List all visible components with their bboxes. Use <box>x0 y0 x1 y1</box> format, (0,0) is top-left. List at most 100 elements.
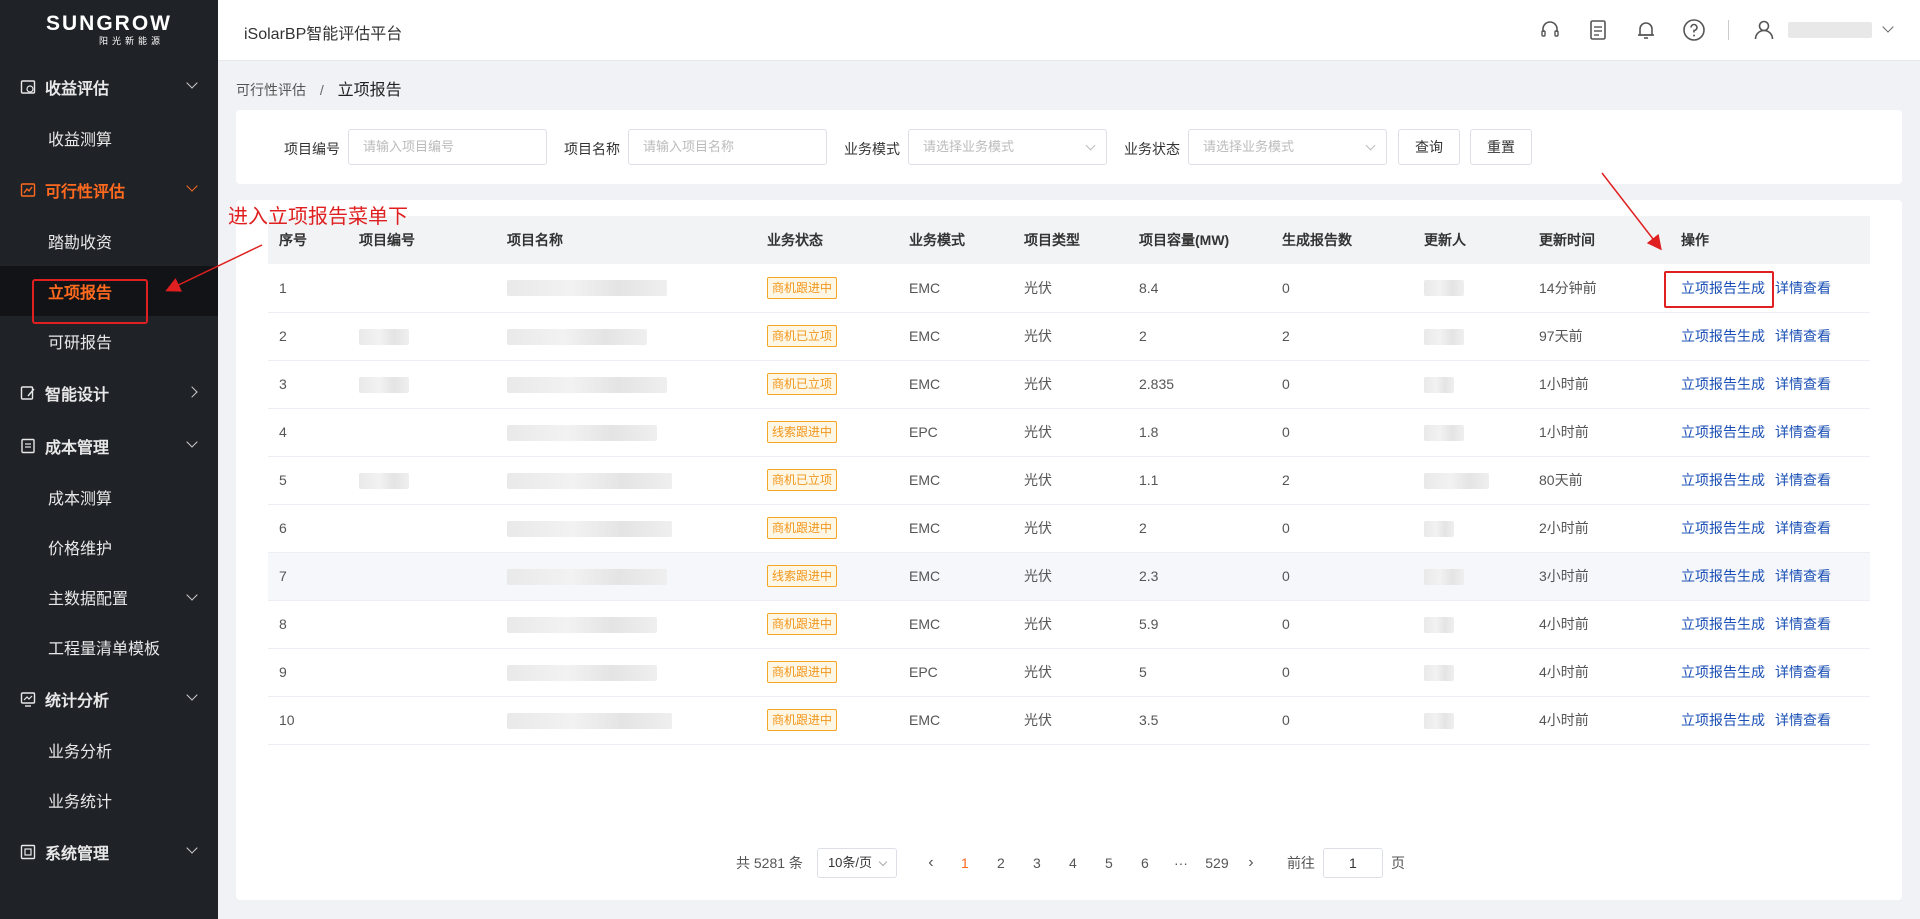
cell-ops: 立项报告生成 详情查看 <box>1670 312 1870 360</box>
sidebar-item-boq-template[interactable]: 工程量清单模板 <box>0 622 218 672</box>
sidebar-item-biz-stats[interactable]: 业务统计 <box>0 775 218 825</box>
generate-report-link[interactable]: 立项报告生成 <box>1681 328 1765 344</box>
menu-group-cost[interactable]: 成本管理 <box>0 419 218 472</box>
menu-group-smart-design[interactable]: 智能设计 <box>0 366 218 419</box>
cell-status: 商机已立项 <box>756 456 898 504</box>
cell-reports: 0 <box>1282 520 1290 536</box>
project-table: 序号 项目编号 项目名称 业务状态 业务模式 项目类型 项目容量(MW) 生成报… <box>268 216 1870 745</box>
page-number[interactable]: 1 <box>947 855 983 871</box>
document-icon[interactable] <box>1586 18 1610 42</box>
cell-capacity: 1.8 <box>1139 424 1159 440</box>
generate-report-link[interactable]: 立项报告生成 <box>1681 664 1765 680</box>
page-number[interactable]: 5 <box>1091 855 1127 871</box>
project-code-label: 项目编号 <box>284 141 340 157</box>
view-detail-link[interactable]: 详情查看 <box>1775 520 1831 536</box>
page-number[interactable]: 3 <box>1019 855 1055 871</box>
view-detail-link[interactable]: 详情查看 <box>1775 568 1831 584</box>
cell-capacity: 2.3 <box>1139 568 1159 584</box>
page-number[interactable]: 6 <box>1127 855 1163 871</box>
view-detail-link[interactable]: 详情查看 <box>1775 616 1831 632</box>
page-number[interactable]: 2 <box>983 855 1019 871</box>
chevron-down-icon <box>186 842 198 854</box>
menu-group-label: 成本管理 <box>45 439 110 457</box>
menu-group-feasibility[interactable]: 可行性评估 <box>0 163 218 216</box>
business-status-select[interactable]: 请选择业务模式 <box>1188 129 1387 165</box>
view-detail-link[interactable]: 详情查看 <box>1775 424 1831 440</box>
chevron-down-icon[interactable] <box>1882 21 1894 33</box>
headset-icon[interactable] <box>1538 18 1562 42</box>
generate-report-link[interactable]: 立项报告生成 <box>1681 568 1765 584</box>
cell-no: 3 <box>279 376 287 392</box>
sidebar-item-master-data[interactable]: 主数据配置 <box>0 572 218 622</box>
menu-group-label: 智能设计 <box>45 386 110 404</box>
chevron-right-icon <box>186 386 198 398</box>
project-name-input[interactable]: 请输入项目名称 <box>628 129 827 165</box>
project-code-input[interactable]: 请输入项目编号 <box>348 129 547 165</box>
sidebar-item-price[interactable]: 价格维护 <box>0 522 218 572</box>
page-ellipsis[interactable]: ··· <box>1163 855 1199 871</box>
prev-page-icon[interactable]: ‹ <box>915 854 947 872</box>
generate-report-link[interactable]: 立项报告生成 <box>1681 472 1765 488</box>
business-status-label: 业务状态 <box>1124 141 1180 157</box>
redacted-name <box>507 328 647 345</box>
col-header-type: 项目类型 <box>1024 232 1080 248</box>
status-badge: 商机已立项 <box>767 325 838 347</box>
cell-status: 线索跟进中 <box>756 552 898 600</box>
cell-time: 1小时前 <box>1539 376 1589 392</box>
view-detail-link[interactable]: 详情查看 <box>1775 472 1831 488</box>
page-number[interactable]: 4 <box>1055 855 1091 871</box>
generate-report-link[interactable]: 立项报告生成 <box>1681 712 1765 728</box>
cell-capacity: 2.835 <box>1139 376 1175 392</box>
generate-report-link[interactable]: 立项报告生成 <box>1681 616 1765 632</box>
view-detail-link[interactable]: 详情查看 <box>1775 376 1831 392</box>
view-detail-link[interactable]: 详情查看 <box>1775 664 1831 680</box>
redacted-updater <box>1424 280 1464 297</box>
view-detail-link[interactable]: 详情查看 <box>1775 280 1831 296</box>
redacted-updater <box>1424 616 1454 633</box>
sidebar: SUNGROW 阳光新能源 收益评估 收益测算 可行性评估 踏勘收资 立项报告 … <box>0 0 218 919</box>
cell-updater <box>1413 600 1528 648</box>
redacted-code <box>359 376 409 393</box>
generate-report-link[interactable]: 立项报告生成 <box>1681 424 1765 440</box>
sidebar-item-revenue-calc[interactable]: 收益测算 <box>0 113 218 163</box>
generate-report-link[interactable]: 立项报告生成 <box>1681 376 1765 392</box>
highlight-frame-generate <box>1664 271 1774 308</box>
cell-code <box>348 600 496 648</box>
cell-updater <box>1413 552 1528 600</box>
sidebar-item-survey[interactable]: 踏勘收资 <box>0 216 218 266</box>
menu-group-analysis[interactable]: 统计分析 <box>0 672 218 725</box>
query-button[interactable]: 查询 <box>1398 129 1460 165</box>
col-header-mode: 业务模式 <box>909 232 965 248</box>
col-header-ops: 操作 <box>1681 232 1709 248</box>
next-page-icon[interactable]: › <box>1235 854 1267 872</box>
table-row: 7 线索跟进中 EMC 光伏 2.3 0 3小时前 立项报告生成 详情查看 <box>268 552 1870 600</box>
breadcrumb-parent[interactable]: 可行性评估 <box>236 82 306 98</box>
page-size-select[interactable]: 10条/页 <box>816 848 897 878</box>
sidebar-item-cost-calc[interactable]: 成本测算 <box>0 472 218 522</box>
menu-group-system[interactable]: 系统管理 <box>0 825 218 878</box>
cell-type: 光伏 <box>1024 328 1052 344</box>
cell-reports: 0 <box>1282 424 1290 440</box>
view-detail-link[interactable]: 详情查看 <box>1775 712 1831 728</box>
business-mode-select[interactable]: 请选择业务模式 <box>908 129 1107 165</box>
table-row: 2 商机已立项 EMC 光伏 2 2 97天前 立项报告生成 详情查看 <box>268 312 1870 360</box>
menu-group-revenue[interactable]: 收益评估 <box>0 60 218 113</box>
table-header-row: 序号 项目编号 项目名称 业务状态 业务模式 项目类型 项目容量(MW) 生成报… <box>268 216 1870 264</box>
cell-no: 7 <box>279 568 287 584</box>
bell-icon[interactable] <box>1634 18 1658 42</box>
view-detail-link[interactable]: 详情查看 <box>1775 328 1831 344</box>
chevron-down-icon <box>186 436 198 448</box>
goto-page-input[interactable]: 1 <box>1322 848 1383 878</box>
sidebar-item-biz-analysis[interactable]: 业务分析 <box>0 725 218 775</box>
cell-code <box>348 312 496 360</box>
user-icon[interactable] <box>1752 18 1776 42</box>
status-badge: 商机跟进中 <box>767 613 838 635</box>
generate-report-link[interactable]: 立项报告生成 <box>1681 520 1765 536</box>
cell-type: 光伏 <box>1024 712 1052 728</box>
status-badge: 商机跟进中 <box>767 276 838 299</box>
status-badge: 商机已立项 <box>767 373 838 395</box>
reset-button[interactable]: 重置 <box>1470 129 1532 165</box>
user-name-redacted[interactable] <box>1788 22 1872 38</box>
help-icon[interactable] <box>1682 18 1706 42</box>
page-number[interactable]: 529 <box>1199 855 1235 871</box>
